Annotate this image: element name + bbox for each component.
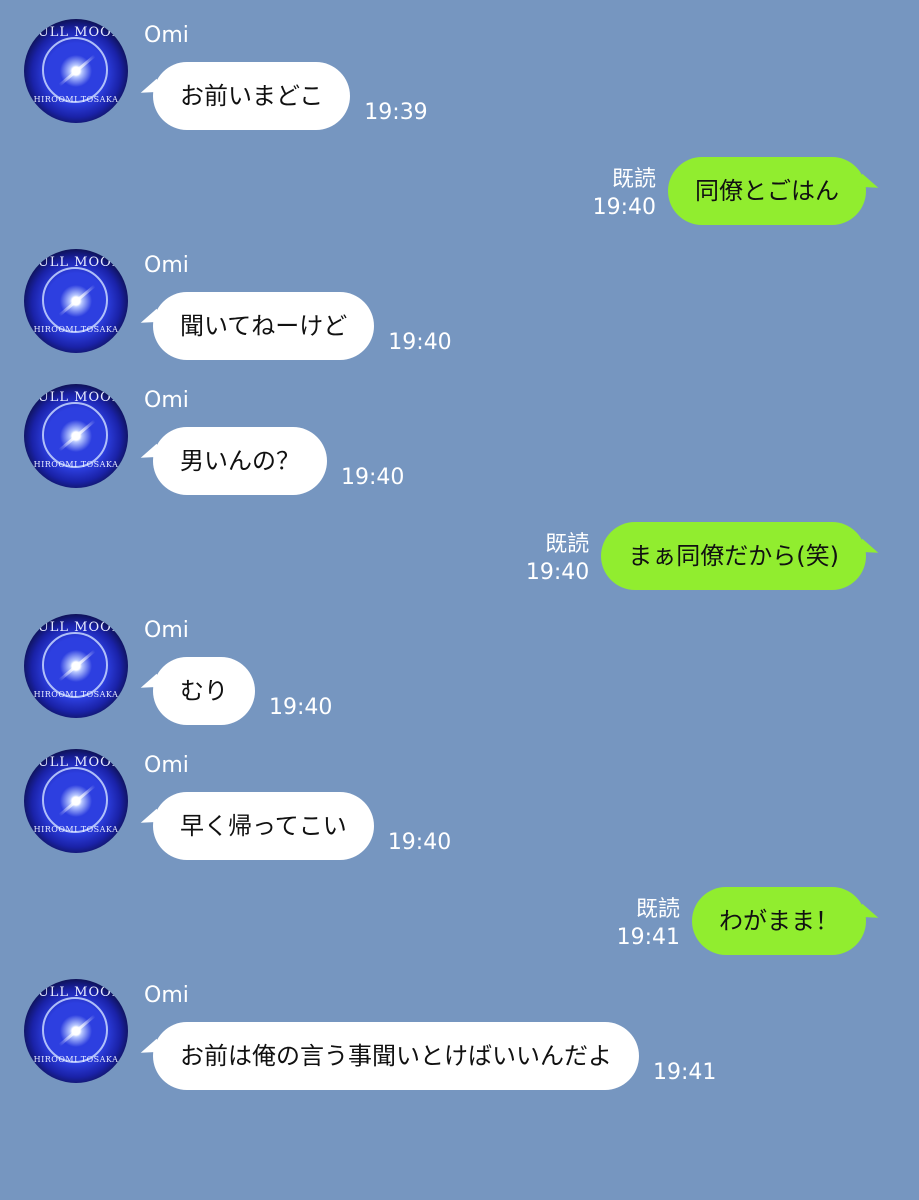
message-time: 19:39	[364, 100, 428, 125]
message-time: 19:40	[388, 330, 452, 355]
avatar[interactable]: FULL MOON HIROOMI TOSAKA	[24, 384, 128, 488]
chat-area[interactable]: FULL MOON HIROOMI TOSAKA Omi お前いまどこ 19:3…	[0, 0, 919, 1200]
read-receipt: 既読	[545, 532, 590, 557]
message-time: 19:40	[341, 465, 405, 490]
message-time: 19:40	[525, 560, 590, 585]
message-time: 19:40	[387, 830, 452, 855]
avatar[interactable]: FULL MOON HIROOMI TOSAKA	[24, 749, 128, 853]
message-bubble[interactable]: 聞いてねーけど	[153, 292, 375, 360]
avatar[interactable]: FULL MOON HIROOMI TOSAKA	[24, 614, 128, 718]
sender-name: Omi	[144, 618, 189, 643]
avatar[interactable]: FULL MOON HIROOMI TOSAKA	[24, 249, 128, 353]
sender-name: Omi	[144, 753, 189, 778]
message-bubble[interactable]: お前いまどこ	[153, 62, 351, 130]
message-bubble[interactable]: まぁ同僚だから(笑)	[601, 522, 866, 590]
message-bubble[interactable]: 早く帰ってこい	[153, 792, 374, 860]
read-receipt: 既読	[611, 167, 656, 192]
sender-name: Omi	[144, 23, 189, 48]
message-bubble[interactable]: 同僚とごはん	[668, 157, 866, 225]
message-bubble[interactable]: わがまま！	[692, 887, 866, 955]
sender-name: Omi	[144, 388, 189, 413]
message-bubble[interactable]: むり	[153, 657, 255, 725]
message-time: 19:41	[616, 925, 680, 950]
message-bubble[interactable]: お前は俺の言う事聞いとけばいいんだよ	[153, 1022, 639, 1090]
sender-name: Omi	[144, 983, 189, 1008]
message-time: 19:40	[592, 195, 656, 220]
sender-name: Omi	[144, 253, 189, 278]
message-bubble[interactable]: 男いんの？	[153, 427, 327, 495]
message-time: 19:41	[653, 1060, 717, 1085]
avatar[interactable]: FULL MOON HIROOMI TOSAKA	[24, 979, 128, 1083]
message-time: 19:40	[269, 695, 333, 720]
avatar[interactable]: FULL MOON HIROOMI TOSAKA	[24, 19, 128, 123]
read-receipt: 既読	[635, 897, 680, 922]
